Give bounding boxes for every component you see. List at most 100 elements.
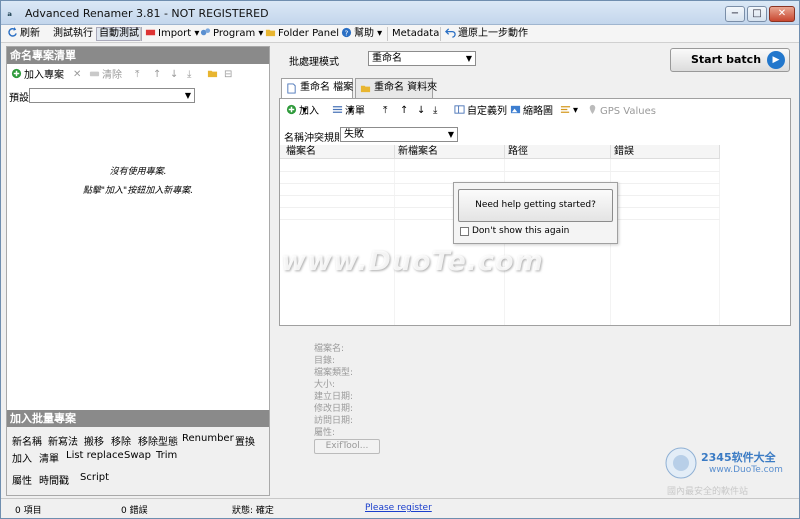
column-divider[interactable]: [394, 145, 395, 159]
tab-rename-folders-label: 重命名 資料夾: [374, 82, 438, 93]
method-list[interactable]: 清單: [39, 450, 59, 465]
batch-mode-dropdown[interactable]: 重命名 ▼: [368, 51, 476, 66]
method-replace[interactable]: 置換: [235, 433, 255, 448]
column-divider[interactable]: [719, 145, 720, 159]
status-errors: 0 錯誤: [121, 506, 148, 516]
custom-columns-label: 自定義列: [467, 106, 507, 117]
custom-columns-button[interactable]: 自定義列: [454, 104, 507, 118]
maximize-button[interactable]: □: [747, 6, 767, 22]
need-help-button[interactable]: Need help getting started?: [458, 189, 613, 222]
info-attributes: 屬性:: [314, 428, 336, 438]
chevron-down-icon: ▼: [184, 91, 191, 100]
batch-mode-bar: 批處理模式 重命名 ▼ Start batch ▶: [279, 46, 791, 76]
move-down-icon[interactable]: ↓: [170, 68, 178, 82]
window-title: Advanced Renamer 3.81 - NOT REGISTERED: [25, 7, 269, 20]
method-move[interactable]: 搬移: [84, 433, 104, 448]
preset-dropdown[interactable]: ▼: [29, 88, 195, 103]
move-down-icon[interactable]: ↓: [417, 104, 425, 118]
open-folder-icon[interactable]: [207, 68, 220, 82]
column-divider[interactable]: [504, 145, 505, 159]
location-pin-icon: [589, 104, 596, 115]
column-filename[interactable]: 檔案名: [286, 145, 316, 158]
folder-panel-label: Folder Panel: [278, 28, 340, 39]
undo-icon: [445, 28, 456, 38]
add-method-label: 加入專案: [24, 70, 64, 81]
duote-watermark: www.DuoTe.com: [281, 246, 544, 277]
file-grid-header: 檔案名 新檔案名 路徑 錯誤: [280, 145, 720, 159]
logo-tagline: 國內最安全的軟件站: [667, 487, 749, 497]
import-label: Import: [158, 28, 192, 39]
method-list-replace[interactable]: List replace: [66, 450, 124, 461]
name-conflict-value: 失敗: [344, 129, 364, 140]
program-menu[interactable]: Program ▾: [200, 27, 263, 41]
method-new-name[interactable]: 新名稱: [12, 433, 42, 448]
columns-icon: [454, 105, 465, 114]
auto-test-toggle[interactable]: 自動測試: [96, 27, 142, 41]
list-button[interactable]: 清單 ▾: [332, 104, 365, 118]
method-swap[interactable]: Swap: [124, 450, 151, 461]
move-up-icon[interactable]: ↑: [153, 68, 161, 82]
gps-values-button[interactable]: GPS Values: [587, 104, 656, 118]
test-run-button[interactable]: 測試執行: [53, 27, 93, 41]
tab-rename-folders[interactable]: 重命名 資料夾: [355, 78, 437, 98]
tab-rename-files[interactable]: 重命名 檔案: [281, 78, 353, 99]
getting-started-popup: Need help getting started? Don't show th…: [453, 182, 618, 244]
register-link[interactable]: Please register: [365, 503, 432, 513]
refresh-label: 刷新: [20, 28, 40, 39]
method-remove[interactable]: 移除: [111, 433, 131, 448]
dont-show-checkbox[interactable]: [460, 227, 469, 236]
move-bottom-icon[interactable]: ⤓: [433, 104, 437, 118]
exiftool-button[interactable]: ExifTool...: [314, 439, 380, 454]
move-bottom-icon[interactable]: ⤓: [187, 68, 191, 82]
minimize-button[interactable]: −: [725, 6, 745, 22]
chevron-down-icon: ▼: [447, 130, 454, 139]
column-divider[interactable]: [610, 145, 611, 159]
image-icon: [510, 105, 521, 114]
method-renumber[interactable]: Renumber: [182, 433, 234, 444]
batch-mode-value: 重命名: [372, 53, 402, 64]
file-list-toolbar: 加入 ▾ 清單 ▾ ⤒ ↑ ↓ ⤓ 自定義列 縮略圖 ▾ GPS Values: [280, 103, 790, 119]
start-batch-button[interactable]: Start batch ▶: [670, 48, 790, 72]
move-up-icon[interactable]: ↑: [400, 104, 408, 118]
save-icon[interactable]: ⊟: [224, 68, 232, 82]
method-trim[interactable]: Trim: [156, 450, 177, 461]
remove-icon[interactable]: ✕: [73, 68, 81, 82]
file-icon: [287, 83, 296, 94]
clear-button[interactable]: 清除: [89, 68, 122, 82]
add-method-button[interactable]: 加入專案: [11, 68, 64, 82]
svg-text:?: ?: [345, 28, 349, 37]
method-list-panel: 命名專案清單 加入專案 ✕ 清除 ⤒ ↑ ↓ ⤓ ⊟ 預設: ▼ 沒有使用專案.: [6, 46, 270, 496]
method-script[interactable]: Script: [80, 472, 109, 483]
metadata-button[interactable]: Metadata: [392, 27, 439, 41]
name-conflict-dropdown[interactable]: 失敗 ▼: [340, 127, 458, 142]
list-label: 清單: [345, 106, 365, 117]
method-remove-pattern[interactable]: 移除型態: [138, 433, 178, 448]
empty-message-2: 點擊"加入"按鈕加入新專案.: [82, 186, 194, 196]
name-conflict-label: 名稱沖突規則:: [284, 133, 348, 144]
close-button[interactable]: ✕: [769, 6, 795, 22]
help-menu[interactable]: ? 幫助 ▾: [341, 27, 382, 41]
method-timestamp[interactable]: 時間戳: [39, 472, 69, 487]
folder-panel-button[interactable]: Folder Panel: [265, 27, 339, 41]
thumbnails-button[interactable]: 縮略圖: [510, 104, 553, 118]
logo-brand: 2345软件大全: [701, 451, 776, 464]
gps-values-label: GPS Values: [600, 106, 656, 117]
undo-button[interactable]: 還原上一步動作: [445, 27, 528, 41]
undo-label: 還原上一步動作: [458, 28, 528, 39]
column-new-filename[interactable]: 新檔案名: [398, 145, 438, 158]
status-items: 0 項目: [15, 506, 42, 516]
column-path[interactable]: 路徑: [508, 145, 528, 158]
column-error[interactable]: 錯誤: [614, 145, 634, 158]
method-add[interactable]: 加入: [12, 450, 32, 465]
folder-icon: [265, 29, 276, 37]
refresh-icon: [8, 27, 17, 37]
program-label: Program: [213, 28, 256, 39]
method-new-case[interactable]: 新寫法: [48, 433, 78, 448]
view-options-button[interactable]: ▾: [560, 104, 578, 118]
add-files-button[interactable]: 加入 ▾: [286, 104, 319, 118]
method-attributes[interactable]: 屬性: [12, 472, 32, 487]
import-menu[interactable]: Import ▾: [145, 27, 199, 41]
move-top-icon[interactable]: ⤒: [135, 68, 139, 82]
refresh-button[interactable]: 刷新: [7, 27, 40, 41]
move-top-icon[interactable]: ⤒: [383, 104, 387, 118]
